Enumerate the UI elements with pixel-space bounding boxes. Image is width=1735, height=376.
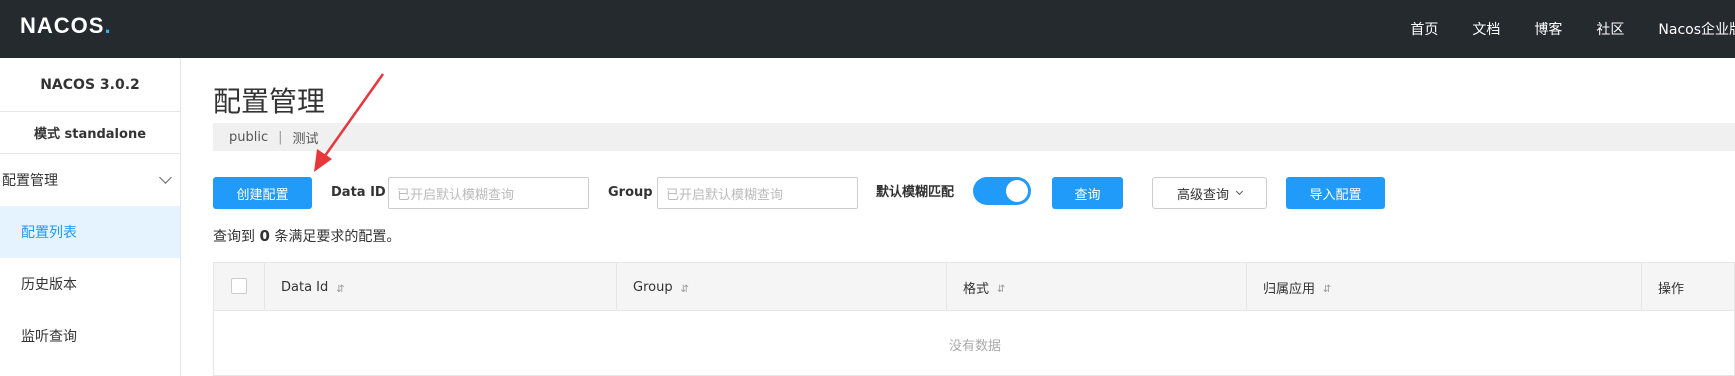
top-nav: 首页 文档 博客 社区 Nacos企业版 xyxy=(1376,0,1735,58)
data-id-label: Data ID xyxy=(331,185,386,200)
nav-enterprise[interactable]: Nacos企业版 xyxy=(1658,19,1735,39)
column-label: Data Id xyxy=(281,279,329,295)
search-toolbar: 创建配置 Data ID 已开启默认模糊查询 Group 已开启默认模糊查询 默… xyxy=(213,177,1735,211)
advanced-search-button[interactable]: 高级查询 xyxy=(1152,177,1267,209)
sort-icon[interactable]: ⇵ xyxy=(336,284,344,295)
sidebar-item-listener[interactable]: 监听查询 xyxy=(0,310,180,362)
query-result-text: 查询到 0 条满足要求的配置。 xyxy=(213,226,400,246)
group-label: Group xyxy=(608,185,653,200)
column-app[interactable]: 归属应用 ⇵ xyxy=(1246,263,1331,311)
result-count: 0 xyxy=(259,227,270,245)
sidebar-group-label: 配置管理 xyxy=(2,173,58,189)
nav-docs[interactable]: 文档 xyxy=(1472,19,1500,39)
logo-dot: . xyxy=(104,13,112,38)
version-label: NACOS 3.0.2 xyxy=(0,58,180,112)
fuzzy-match-toggle[interactable] xyxy=(973,177,1031,205)
group-input[interactable]: 已开启默认模糊查询 xyxy=(657,177,858,209)
column-data-id[interactable]: Data Id ⇵ xyxy=(264,263,345,311)
column-label: 操作 xyxy=(1658,281,1685,297)
column-group[interactable]: Group ⇵ xyxy=(616,263,689,311)
page-title: 配置管理 xyxy=(213,85,326,118)
import-config-button[interactable]: 导入配置 xyxy=(1286,177,1385,209)
config-table: Data Id ⇵ Group ⇵ 格式 ⇵ 归属应用 ⇵ 操作 没有数据 xyxy=(213,262,1735,376)
column-actions: 操作 xyxy=(1641,263,1684,311)
nacos-logo[interactable]: NACOS. xyxy=(20,13,112,39)
fuzzy-match-label: 默认模糊匹配 xyxy=(876,185,955,200)
column-label: 归属应用 xyxy=(1263,281,1316,297)
sidebar: NACOS 3.0.2 模式 standalone 配置管理 配置列表 历史版本… xyxy=(0,58,181,376)
nav-community[interactable]: 社区 xyxy=(1596,19,1624,39)
chevron-down-icon xyxy=(159,170,172,184)
select-all-checkbox[interactable] xyxy=(231,278,247,294)
namespace-desc: 测试 xyxy=(292,131,319,147)
sort-icon[interactable]: ⇵ xyxy=(1323,284,1331,295)
data-id-input[interactable]: 已开启默认模糊查询 xyxy=(388,177,589,209)
column-label: 格式 xyxy=(963,281,990,297)
nav-blog[interactable]: 博客 xyxy=(1534,19,1562,39)
sort-icon[interactable]: ⇵ xyxy=(997,284,1005,295)
namespace-public[interactable]: public xyxy=(229,130,268,145)
sidebar-item-config-list[interactable]: 配置列表 xyxy=(0,206,180,258)
mode-label: 模式 standalone xyxy=(0,112,180,154)
result-prefix: 查询到 xyxy=(213,229,255,245)
namespace-bar: public | 测试 xyxy=(213,123,1735,151)
top-navbar: NACOS. 首页 文档 博客 社区 Nacos企业版 xyxy=(0,0,1735,58)
create-config-button[interactable]: 创建配置 xyxy=(213,177,312,209)
advanced-search-label: 高级查询 xyxy=(1176,187,1229,203)
toggle-knob xyxy=(1006,180,1028,202)
caret-down-icon xyxy=(1235,187,1244,195)
result-suffix: 条满足要求的配置。 xyxy=(274,229,401,245)
nav-home[interactable]: 首页 xyxy=(1410,19,1438,39)
column-format[interactable]: 格式 ⇵ xyxy=(946,263,1005,311)
sidebar-item-history[interactable]: 历史版本 xyxy=(0,258,180,310)
namespace-separator: | xyxy=(278,129,283,145)
sidebar-group-config[interactable]: 配置管理 xyxy=(0,154,180,206)
logo-text: NACOS xyxy=(20,13,105,38)
column-label: Group xyxy=(633,279,673,295)
empty-state-text: 没有数据 xyxy=(948,338,1001,354)
table-header: Data Id ⇵ Group ⇵ 格式 ⇵ 归属应用 ⇵ 操作 xyxy=(214,263,1734,311)
sort-icon[interactable]: ⇵ xyxy=(681,284,689,295)
search-button[interactable]: 查询 xyxy=(1052,177,1123,209)
